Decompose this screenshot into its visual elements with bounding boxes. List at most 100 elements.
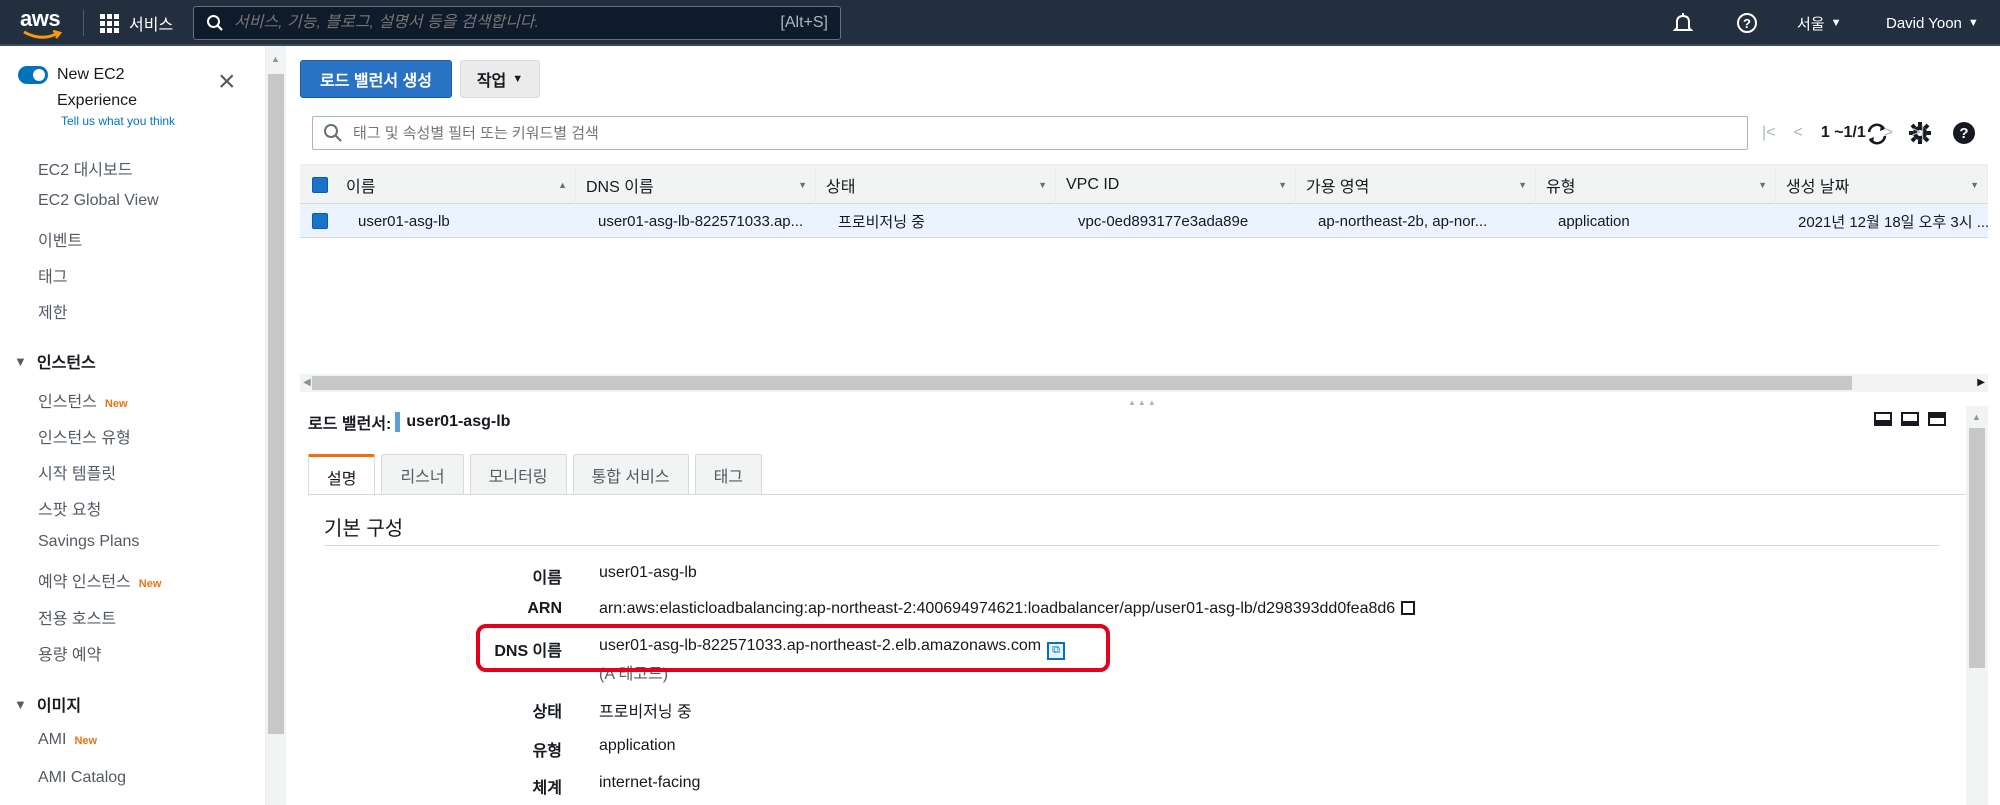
next-page-icon[interactable]: > [1884, 124, 1893, 142]
cell-created: 2021년 12월 18일 오후 3시 ... [1798, 213, 1988, 231]
help-icon: ? [1737, 13, 1757, 33]
sidebar-item-savings-plans[interactable]: Savings Plans [38, 533, 139, 551]
field-label-arn: ARN [527, 600, 562, 617]
new-badge: New [104, 398, 128, 410]
sidebar: New EC2 Experience Tell us what you thin… [0, 46, 266, 805]
scrollbar-thumb[interactable] [312, 376, 1852, 390]
detail-vertical-scrollbar[interactable]: ▲ [1966, 406, 1988, 805]
search-icon [324, 124, 342, 142]
section-title: 기본 구성 [324, 518, 404, 540]
sidebar-section-instances[interactable]: ▼ 인스턴스 [14, 349, 96, 373]
new-experience-toggle[interactable] [18, 66, 48, 84]
select-all-checkbox[interactable] [312, 177, 328, 193]
scroll-up-icon[interactable]: ▲ [1972, 412, 1981, 422]
page-range: 1 ~1/1 [1820, 124, 1866, 141]
filter-input[interactable] [353, 124, 1737, 142]
column-header-created[interactable]: 생성 날짜 ▼ [1776, 165, 1988, 205]
cell-state: 프로비저닝 중 [838, 213, 925, 231]
filter-search-box[interactable] [312, 116, 1748, 150]
sidebar-item-global-view[interactable]: EC2 Global View [38, 192, 159, 210]
column-header-dns[interactable]: DNS 이름 ▼ [576, 165, 816, 205]
caret-down-icon: ▼ [14, 353, 27, 369]
last-page-icon[interactable]: >| [1911, 124, 1925, 142]
panel-bottom-icon[interactable] [1874, 412, 1892, 426]
panel-split-icon[interactable] [1901, 412, 1919, 426]
help-button[interactable]: ? [1736, 0, 1758, 46]
sidebar-scrollbar[interactable]: ▲ [266, 46, 286, 805]
tab-monitoring[interactable]: 모니터링 [469, 454, 567, 494]
actions-button[interactable]: 작업 ▼ [460, 60, 540, 98]
field-label-type: 유형 [532, 743, 562, 760]
user-name: David Yoon [1886, 14, 1962, 32]
table-horizontal-scrollbar[interactable]: ◀ ▶ [300, 374, 1988, 392]
column-header-type[interactable]: 유형 ▼ [1536, 165, 1776, 205]
sidebar-item-limits[interactable]: 제한 [38, 299, 67, 323]
new-experience-label: New EC2 Experience [57, 66, 138, 109]
search-shortcut: [Alt+S] [780, 14, 828, 31]
field-label-name: 이름 [532, 570, 562, 587]
scroll-left-icon[interactable]: ◀ [303, 377, 311, 388]
sidebar-item-ami-catalog[interactable]: AMI Catalog [38, 769, 126, 787]
highlight-box [476, 624, 1110, 672]
global-search-bar[interactable]: [Alt+S] [193, 6, 841, 40]
sidebar-item-events[interactable]: 이벤트 [38, 227, 82, 251]
scroll-up-icon[interactable]: ▲ [271, 54, 280, 64]
aws-logo[interactable]: aws [20, 6, 64, 40]
tab-integrated-services[interactable]: 통합 서비스 [572, 454, 689, 494]
scrollbar-thumb[interactable] [1969, 428, 1985, 668]
scroll-right-icon[interactable]: ▶ [1977, 377, 1985, 388]
column-header-vpc[interactable]: VPC ID ▼ [1056, 165, 1296, 205]
sidebar-item-instances[interactable]: 인스턴스 New [38, 388, 128, 412]
sidebar-item-instance-types[interactable]: 인스턴스 유형 [38, 424, 131, 448]
table-row[interactable]: user01-asg-lb user01-asg-lb-822571033.ap… [300, 204, 1988, 238]
sidebar-item-ami[interactable]: AMI New [38, 731, 97, 749]
tab-listeners[interactable]: 리스너 [381, 454, 464, 494]
sort-icon: ▼ [798, 180, 807, 190]
first-page-icon[interactable]: |< [1762, 124, 1776, 142]
detail-title-label: 로드 밸런서: [308, 416, 392, 433]
field-value-state: 프로비저닝 중 [599, 704, 692, 721]
close-sidebar-icon[interactable]: × [218, 67, 236, 97]
scrollbar-thumb[interactable] [268, 74, 284, 734]
aws-logo-text: aws [20, 6, 61, 31]
aws-smile-icon [23, 30, 62, 39]
cell-name: user01-asg-lb [358, 212, 450, 230]
column-header-az[interactable]: 가용 영역 ▼ [1296, 165, 1536, 205]
caret-down-icon: ▼ [512, 73, 524, 85]
search-icon [207, 15, 223, 31]
column-header-name[interactable]: 이름 ▲ [336, 165, 576, 205]
user-menu[interactable]: David Yoon ▼ [1886, 0, 1979, 46]
top-navigation: aws 서비스 [Alt+S] ? 서울 ▼ David Yoon ▼ [0, 0, 2000, 46]
sidebar-item-launch-templates[interactable]: 시작 템플릿 [38, 460, 116, 484]
global-search-input[interactable] [234, 14, 781, 32]
table-header: 이름 ▲ DNS 이름 ▼ 상태 ▼ VPC ID ▼ 가용 영역 ▼ 유형 ▼ 생성 날짜… [300, 164, 1988, 205]
services-label: 서비스 [129, 17, 174, 34]
sidebar-item-dashboard[interactable]: EC2 대시보드 [38, 156, 132, 180]
column-header-state[interactable]: 상태 ▼ [816, 165, 1056, 205]
sort-icon: ▼ [1758, 180, 1767, 190]
services-menu[interactable]: 서비스 [100, 0, 173, 46]
sidebar-item-reserved-instances[interactable]: 예약 인스턴스 New [38, 568, 161, 592]
region-selector[interactable]: 서울 ▼ [1797, 0, 1842, 46]
resize-handle[interactable]: ▲▲▲ [1128, 398, 1168, 407]
sidebar-item-dedicated-hosts[interactable]: 전용 호스트 [38, 605, 116, 629]
bell-icon [1672, 13, 1694, 31]
sidebar-section-images[interactable]: ▼ 이미지 [14, 692, 81, 716]
tab-description[interactable]: 설명 [308, 454, 376, 496]
copy-icon[interactable] [1401, 601, 1416, 615]
create-load-balancer-button[interactable]: 로드 밸런서 생성 [300, 60, 452, 98]
tab-tags[interactable]: 태그 [694, 454, 763, 494]
sidebar-item-capacity-reservations[interactable]: 용량 예약 [38, 641, 101, 665]
section-divider [324, 545, 1940, 546]
field-value-arn: arn:aws:elasticloadbalancing:ap-northeas… [599, 600, 1416, 618]
help-icon[interactable]: ? [1952, 121, 1976, 152]
prev-page-icon[interactable]: < [1794, 124, 1803, 142]
feedback-link[interactable]: Tell us what you think [61, 114, 175, 128]
sidebar-item-spot-requests[interactable]: 스팟 요청 [38, 496, 101, 520]
notifications-button[interactable] [1672, 0, 1694, 46]
row-checkbox[interactable] [312, 213, 328, 229]
detail-title: 로드 밸런서: user01-asg-lb [308, 410, 510, 434]
sidebar-item-tags[interactable]: 태그 [38, 263, 67, 287]
panel-top-icon[interactable] [1928, 412, 1946, 426]
color-tag [395, 412, 401, 432]
